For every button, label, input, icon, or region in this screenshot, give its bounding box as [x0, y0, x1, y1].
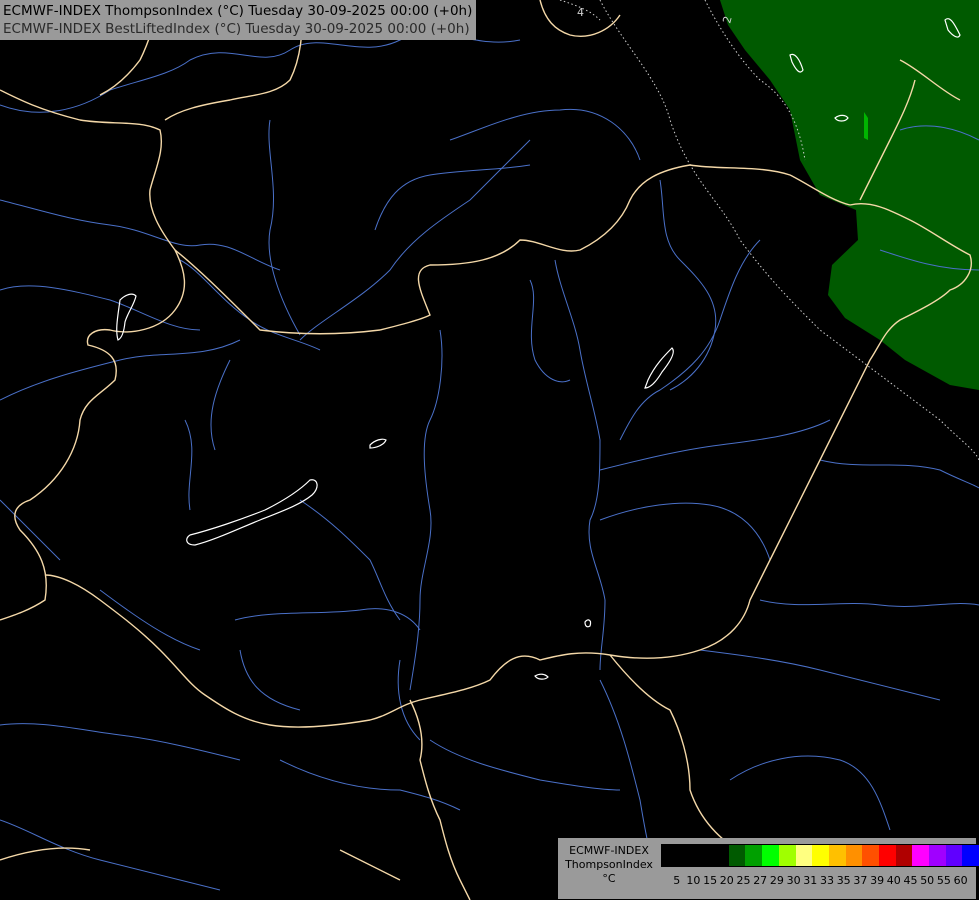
map-title: ECMWF-INDEX ThompsonIndex (°C) Tuesday 3… — [0, 0, 477, 40]
legend-tick-label: 33 — [820, 874, 834, 887]
legend-unit: °C — [602, 872, 616, 885]
legend-swatch — [712, 845, 729, 866]
legend-swatch — [728, 845, 746, 866]
legend-parameter: ThompsonIndex — [565, 858, 653, 871]
legend-title: ECMWF-INDEX ThompsonIndex °C — [561, 844, 657, 886]
legend-tick-label: 25 — [736, 874, 751, 887]
legend-tick-label: 40 — [886, 874, 901, 887]
contour-label-4: 4 — [577, 6, 584, 19]
legend-swatch — [878, 845, 896, 866]
legend-swatch — [962, 845, 979, 866]
title-best-lifted-index: ECMWF-INDEX BestLiftedIndex (°C) Tuesday… — [3, 21, 470, 37]
legend-tick-labels: 5 10 15 20 25 27 29 30 31 33 35 37 39 40 45 50 55 60 — [666, 874, 976, 888]
legend-tick-label: 15 — [703, 874, 718, 887]
legend-swatch — [795, 845, 813, 866]
title-thompson-index: ECMWF-INDEX ThompsonIndex (°C) Tuesday 3… — [3, 3, 473, 19]
legend-swatch — [945, 845, 963, 866]
legend-swatch — [745, 845, 763, 866]
legend-swatch — [812, 845, 829, 866]
legend-swatch — [695, 845, 713, 866]
legend-model: ECMWF-INDEX — [569, 844, 649, 857]
legend-tick-label: 31 — [803, 874, 818, 887]
legend-tick-label: 20 — [719, 874, 734, 887]
legend-tick-label: 27 — [753, 874, 768, 887]
legend-tick-label: 39 — [870, 874, 885, 887]
legend-tick-label: 50 — [920, 874, 935, 887]
weather-map: 4 2 — [0, 0, 979, 900]
legend-swatch — [912, 845, 929, 866]
legend-tick-label: 37 — [853, 874, 868, 887]
legend-swatch — [845, 845, 863, 866]
legend-color-bar — [661, 844, 979, 867]
legend-swatch — [662, 845, 679, 866]
legend-tick-label: 29 — [769, 874, 784, 887]
legend-tick-label: 35 — [836, 874, 851, 887]
legend-swatch — [762, 845, 779, 866]
legend-swatch — [862, 845, 879, 866]
legend-tick-label: 30 — [786, 874, 801, 887]
color-legend: ECMWF-INDEX ThompsonIndex °C 5 10 15 20 25 27… — [558, 838, 979, 899]
legend-tick-label: 60 — [953, 874, 968, 887]
legend-swatch — [895, 845, 913, 866]
legend-tick-label: 55 — [936, 874, 951, 887]
legend-swatch — [929, 845, 946, 866]
legend-swatch — [828, 845, 846, 866]
legend-tick-label: 5 — [673, 874, 681, 887]
legend-swatch — [778, 845, 796, 866]
legend-tick-label: 45 — [903, 874, 918, 887]
legend-tick-label: 10 — [686, 874, 701, 887]
legend-swatch — [678, 845, 696, 866]
